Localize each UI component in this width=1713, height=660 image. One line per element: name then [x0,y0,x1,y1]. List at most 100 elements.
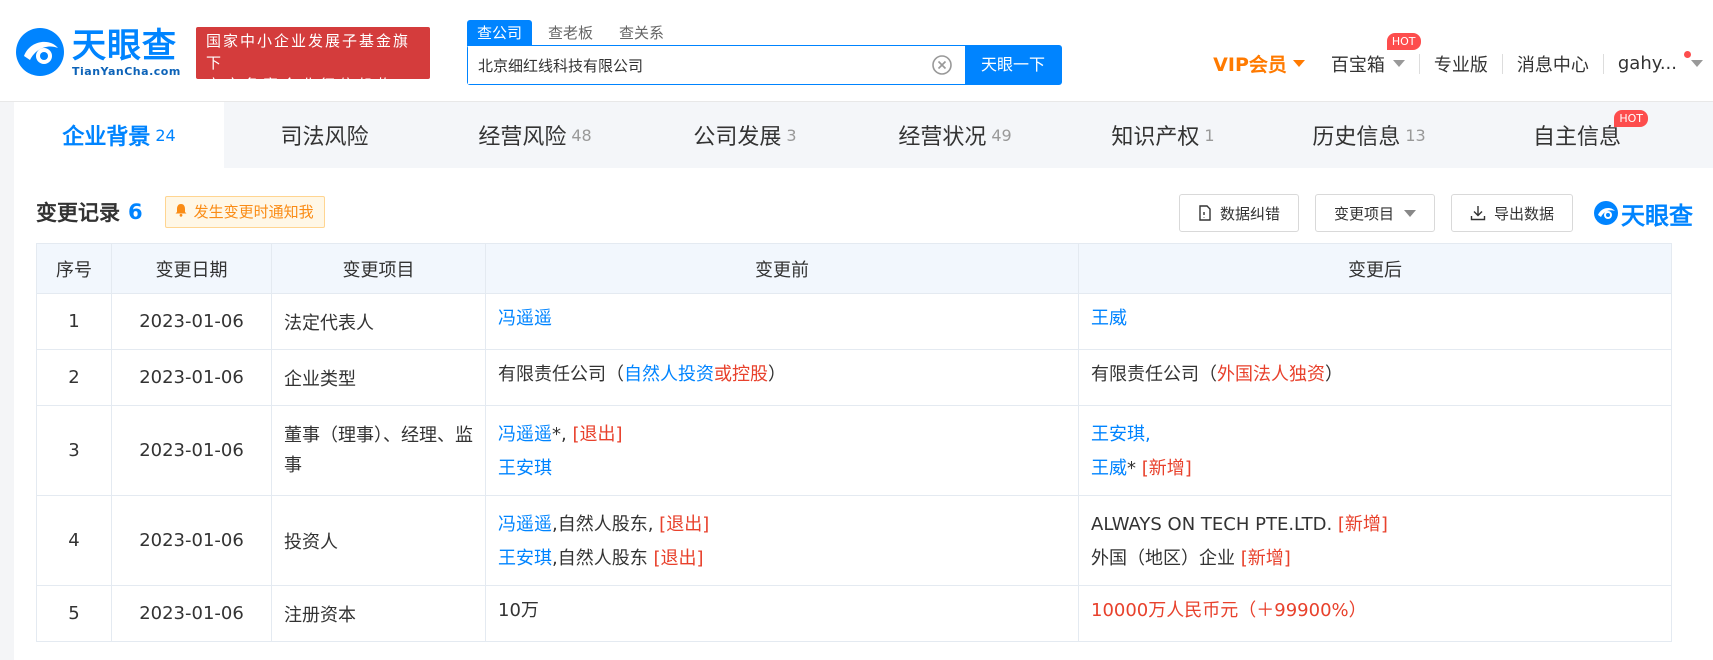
tab-count: 1 [1204,125,1215,145]
row-item: 法定代表人 [271,293,486,350]
col-header-after: 变更后 [1078,243,1672,294]
entity-link[interactable]: 冯遥遥 [498,424,552,445]
change-tag: [退出] [659,514,710,535]
change-tag: [退出] [653,548,704,569]
message-center-link[interactable]: 消息中心 [1517,51,1589,77]
chevron-down-icon [1392,60,1405,67]
tab-history[interactable]: 历史信息 13 [1266,102,1472,168]
row-item: 董事（理事）、经理、监事 [271,405,486,496]
tab-company-development[interactable]: 公司发展 3 [640,102,850,168]
entity-link[interactable]: 冯遥遥 [498,514,552,535]
row-after: 10000万人民币元（＋99900%） [1078,585,1672,642]
search-button[interactable]: 天眼一下 [965,46,1061,84]
value-text: * [1127,458,1142,479]
change-tag: 或控股 [714,364,768,385]
tab-label: 司法风险 [280,125,369,150]
search-tab-boss[interactable]: 查老板 [538,20,603,46]
table-row: 3 2023-01-06 董事（理事）、经理、监事 冯遥遥*, [退出] 王安琪 王安琪,… [36,405,1672,496]
user-menu[interactable]: gahy... [1617,51,1703,74]
entity-link[interactable]: 王安琪 [498,458,552,479]
site-logo[interactable]: 天眼查 TianYanCha.com [14,26,181,78]
search-tab-relation[interactable]: 查关系 [609,20,674,46]
value-text: 10万 [498,600,539,621]
value-line: 冯遥遥*, [退出] [498,418,1066,452]
row-index: 5 [36,585,112,642]
value-line: 有限责任公司（外国法人独资） [1091,358,1659,392]
tab-operation-risk[interactable]: 经营风险 48 [430,102,640,168]
change-records-card: 变更记录 6 发生变更时通知我 数据纠错 变更项目 导出数据 天眼查 序号 变更… [14,168,1713,660]
treasure-label: 百宝箱 [1330,54,1385,76]
user-name: gahy... [1617,53,1677,74]
entity-link[interactable]: 自然人投资 [624,364,714,385]
change-tag: 外国法人独资 [1217,364,1325,385]
clear-icon[interactable] [931,54,953,76]
row-item: 投资人 [271,495,486,586]
tab-self-info[interactable]: 自主信息 HOT [1472,102,1682,168]
chevron-down-icon [1292,60,1305,67]
section-title: 变更记录 [36,201,120,225]
notify-button[interactable]: 发生变更时通知我 [164,196,325,228]
row-item: 注册资本 [271,585,486,642]
data-correction-button[interactable]: 数据纠错 [1178,194,1299,232]
row-index: 3 [36,405,112,496]
search-tab-company[interactable]: 查公司 [467,20,533,46]
col-header-item: 变更项目 [271,243,486,294]
hot-badge: HOT [1614,110,1648,127]
row-index: 1 [36,293,112,350]
table-header-row: 序号 变更日期 变更项目 变更前 变更后 [36,243,1672,294]
divider [1602,53,1604,74]
value-text: ,自然人股东, [552,514,660,535]
row-date: 2023-01-06 [111,585,272,642]
tab-label: 知识产权 [1111,125,1200,150]
section-count: 6 [128,200,143,224]
row-before: 有限责任公司（自然人投资或控股） [485,349,1079,406]
tab-count: 13 [1405,125,1426,145]
official-badge: 国家中小企业发展子基金旗下 官方备案企业征信机构 [196,27,430,94]
col-header-date: 变更日期 [111,243,272,294]
col-header-before: 变更前 [485,243,1079,294]
bell-icon [174,197,188,227]
tab-operation-status[interactable]: 经营状况 49 [850,102,1060,168]
pro-version-link[interactable]: 专业版 [1434,51,1488,77]
entity-link[interactable]: 王安琪, [1091,424,1151,445]
tab-count: 49 [991,125,1012,145]
search-input[interactable] [468,46,931,84]
value-line: 有限责任公司（自然人投资或控股） [498,358,1066,392]
value-line: 冯遥遥 [498,302,1066,336]
watermark-logo: 天眼查 [1593,196,1693,231]
row-index: 4 [36,495,112,586]
watermark-text: 天眼查 [1621,201,1693,230]
change-tag: 10000万人民币元（＋99900%） [1091,600,1367,621]
value-text: *, [552,424,573,445]
value-line: 王威 [1091,302,1659,336]
hot-badge: HOT [1386,32,1421,50]
row-item: 企业类型 [271,349,486,406]
export-data-button[interactable]: 导出数据 [1450,194,1573,232]
change-items-dropdown[interactable]: 变更项目 [1314,194,1435,232]
tab-count: 3 [786,125,797,145]
value-line: 10000万人民币元（＋99900%） [1091,594,1659,628]
export-data-label: 导出数据 [1493,204,1554,223]
row-before: 冯遥遥 [485,293,1079,350]
tab-intellectual-property[interactable]: 知识产权 1 [1060,102,1266,168]
value-line: 王安琪 [498,452,1066,486]
value-text: 有限责任公司（ [498,364,624,385]
tab-judicial-risk[interactable]: 司法风险 [224,102,430,168]
table-row: 4 2023-01-06 投资人 冯遥遥,自然人股东, [退出] 王安琪,自然人股东 [… [36,495,1672,586]
row-before: 冯遥遥,自然人股东, [退出] 王安琪,自然人股东 [退出] [485,495,1079,586]
top-nav: VIP会员 百宝箱 HOT 专业版 消息中心 gahy... [1213,32,1703,77]
entity-link[interactable]: 王威 [1091,308,1127,329]
tab-enterprise-background[interactable]: 企业背景 24 [14,102,224,168]
row-date: 2023-01-06 [111,349,272,406]
logo-text: 天眼查 [72,25,177,66]
entity-link[interactable]: 王安琪 [498,548,552,569]
treasure-menu[interactable]: 百宝箱 HOT [1330,32,1421,77]
value-line: 10万 [498,594,1066,628]
tab-label: 企业背景 [62,125,151,150]
top-header: 天眼查 TianYanCha.com 国家中小企业发展子基金旗下 官方备案企业征… [0,0,1713,102]
document-icon [1199,205,1211,221]
row-date: 2023-01-06 [111,495,272,586]
entity-link[interactable]: 冯遥遥 [498,308,552,329]
entity-link[interactable]: 王威 [1091,458,1127,479]
vip-menu[interactable]: VIP会员 [1213,50,1305,77]
